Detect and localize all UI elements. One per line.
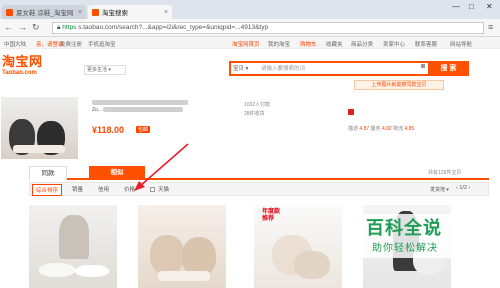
- watermark: 百科全说 助你轻松解决: [360, 214, 478, 258]
- product-card[interactable]: [29, 205, 117, 288]
- watermark-subtitle: 助你轻松解决: [372, 243, 438, 254]
- watermark-title: 百科全说: [366, 218, 442, 238]
- product-card[interactable]: 年度款 推荐: [254, 205, 342, 288]
- product-card[interactable]: [138, 205, 226, 288]
- promo-label: 年度款 推荐: [262, 209, 281, 222]
